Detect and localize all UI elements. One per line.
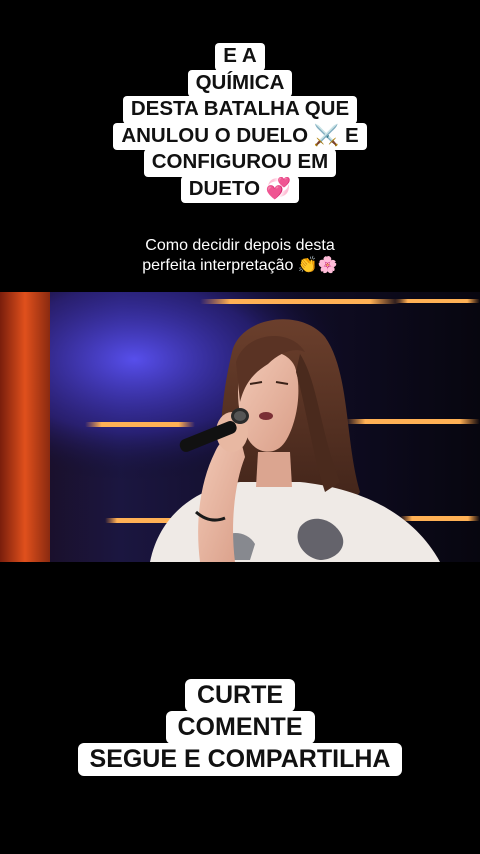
top-caption-line-1: E A (215, 43, 265, 71)
stage-light-bar (85, 422, 195, 427)
stage-scene (0, 292, 480, 562)
subtitle-text: Como decidir depois desta perfeita inter… (0, 236, 480, 276)
subtitle-line-2: perfeita interpretação 👏🌸 (142, 257, 338, 274)
bottom-caption-line-2: COMENTE (165, 711, 315, 744)
subtitle-line-1: Como decidir depois desta (145, 237, 335, 254)
top-caption-line-5: CONFIGUROU EM (143, 149, 337, 177)
stage-light-bar (395, 299, 480, 303)
top-caption-line-2: QUÍMICA (187, 69, 293, 97)
video-frame[interactable] (0, 292, 480, 562)
bottom-caption-line-1: CURTE (184, 679, 296, 712)
top-caption-line-6: DUETO 💞 (180, 175, 300, 203)
bottom-caption: CURTE COMENTE SEGUE E COMPARTILHA (0, 679, 480, 776)
stage-light-bar (400, 516, 480, 521)
orange-led-panel (0, 292, 50, 562)
stage-light-bar (200, 299, 400, 304)
top-caption-line-4: ANULOU O DUELO ⚔️ E (113, 122, 367, 150)
bottom-caption-line-3: SEGUE E COMPARTILHA (77, 743, 403, 776)
top-caption-line-3: DESTA BATALHA QUE (122, 96, 358, 124)
top-caption: E A QUÍMICA DESTA BATALHA QUE ANULOU O D… (0, 43, 480, 203)
stage-light-bar (345, 419, 480, 424)
